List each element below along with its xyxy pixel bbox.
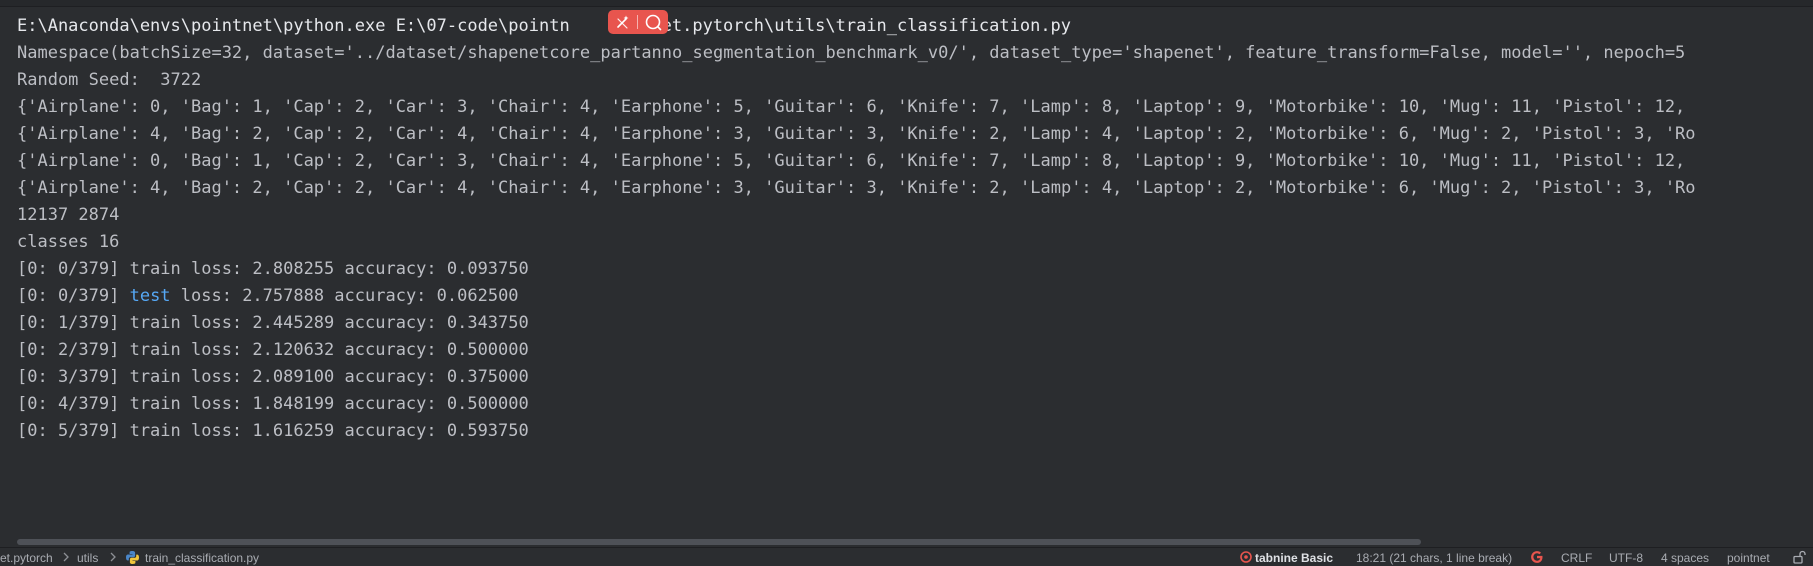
unlock-icon[interactable] <box>1792 550 1806 566</box>
console-line-dataset-sizes[interactable]: 12137 2874 <box>17 203 119 227</box>
tabnine-plan: Basic <box>1301 551 1334 565</box>
file-encoding[interactable]: UTF-8 <box>1609 551 1643 565</box>
breadcrumb-folder[interactable]: utils <box>77 551 98 565</box>
console-line-test-0[interactable]: [0: 0/379] test loss: 2.757888 accuracy:… <box>17 284 519 308</box>
status-bar: et.pytorch utils train_classification.py… <box>0 547 1813 566</box>
horizontal-scrollbar[interactable] <box>0 537 1813 547</box>
floating-toolbar <box>608 10 668 34</box>
tabnine-brand: tabnine <box>1255 551 1298 565</box>
console-line-train-2[interactable]: [0: 2/379] train loss: 2.120632 accuracy… <box>17 338 529 362</box>
console-line-train-4[interactable]: [0: 4/379] train loss: 1.848199 accuracy… <box>17 392 529 416</box>
test-line-prefix: [0: 0/379] <box>17 286 130 306</box>
console-line-train-5[interactable]: [0: 5/379] train loss: 1.616259 accuracy… <box>17 419 529 443</box>
panel-top-border <box>0 0 1813 7</box>
google-icon[interactable] <box>1530 550 1544 566</box>
tabnine-status[interactable]: tabnine Basic <box>1255 551 1333 565</box>
magic-wand-icon[interactable] <box>608 10 637 34</box>
indent-setting[interactable]: 4 spaces <box>1661 551 1709 565</box>
python-interpreter[interactable]: pointnet <box>1727 551 1770 565</box>
console-line-train-0[interactable]: [0: 0/379] train loss: 2.808255 accuracy… <box>17 257 529 281</box>
search-icon[interactable] <box>638 10 667 34</box>
line-separator[interactable]: CRLF <box>1561 551 1592 565</box>
console-line-classes[interactable]: classes 16 <box>17 230 119 254</box>
console-line-train-3[interactable]: [0: 3/379] train loss: 2.089100 accuracy… <box>17 365 529 389</box>
breadcrumb-file[interactable]: train_classification.py <box>145 551 259 565</box>
chevron-right-icon <box>109 551 117 566</box>
command-tail: intnet.pytorch\utils\train_classificatio… <box>620 16 1072 36</box>
horizontal-scrollbar-thumb[interactable] <box>17 539 1421 545</box>
console-line-train-1[interactable]: [0: 1/379] train loss: 2.445289 accuracy… <box>17 311 529 335</box>
console-line-command[interactable]: E:\Anaconda\envs\pointnet\python.exe E:\… <box>17 14 1071 38</box>
test-line-rest: loss: 2.757888 accuracy: 0.062500 <box>170 286 519 306</box>
console-line-seg-classes-test[interactable]: {'Airplane': 4, 'Bag': 2, 'Cap': 2, 'Car… <box>17 176 1696 200</box>
test-keyword: test <box>129 286 171 306</box>
python-file-icon <box>125 550 140 566</box>
console-line-seed[interactable]: Random Seed: 3722 <box>17 68 201 92</box>
console-line-seg-classes-train[interactable]: {'Airplane': 4, 'Bag': 2, 'Cap': 2, 'Car… <box>17 122 1696 146</box>
chevron-right-icon <box>62 551 70 566</box>
console-line-class-ids-train[interactable]: {'Airplane': 0, 'Bag': 1, 'Cap': 2, 'Car… <box>17 95 1685 119</box>
ide-run-window: E:\Anaconda\envs\pointnet\python.exe E:\… <box>0 0 1813 566</box>
cursor-position[interactable]: 18:21 (21 chars, 1 line break) <box>1356 551 1512 565</box>
breadcrumb-project[interactable]: et.pytorch <box>0 551 53 565</box>
console-line-class-ids-test[interactable]: {'Airplane': 0, 'Bag': 1, 'Cap': 2, 'Car… <box>17 149 1685 173</box>
command-head: E:\Anaconda\envs\pointnet\python.exe E:\… <box>17 16 570 36</box>
console-line-namespace[interactable]: Namespace(batchSize=32, dataset='../data… <box>17 41 1685 65</box>
tabnine-icon <box>1239 550 1253 566</box>
run-console[interactable]: E:\Anaconda\envs\pointnet\python.exe E:\… <box>0 7 1813 534</box>
